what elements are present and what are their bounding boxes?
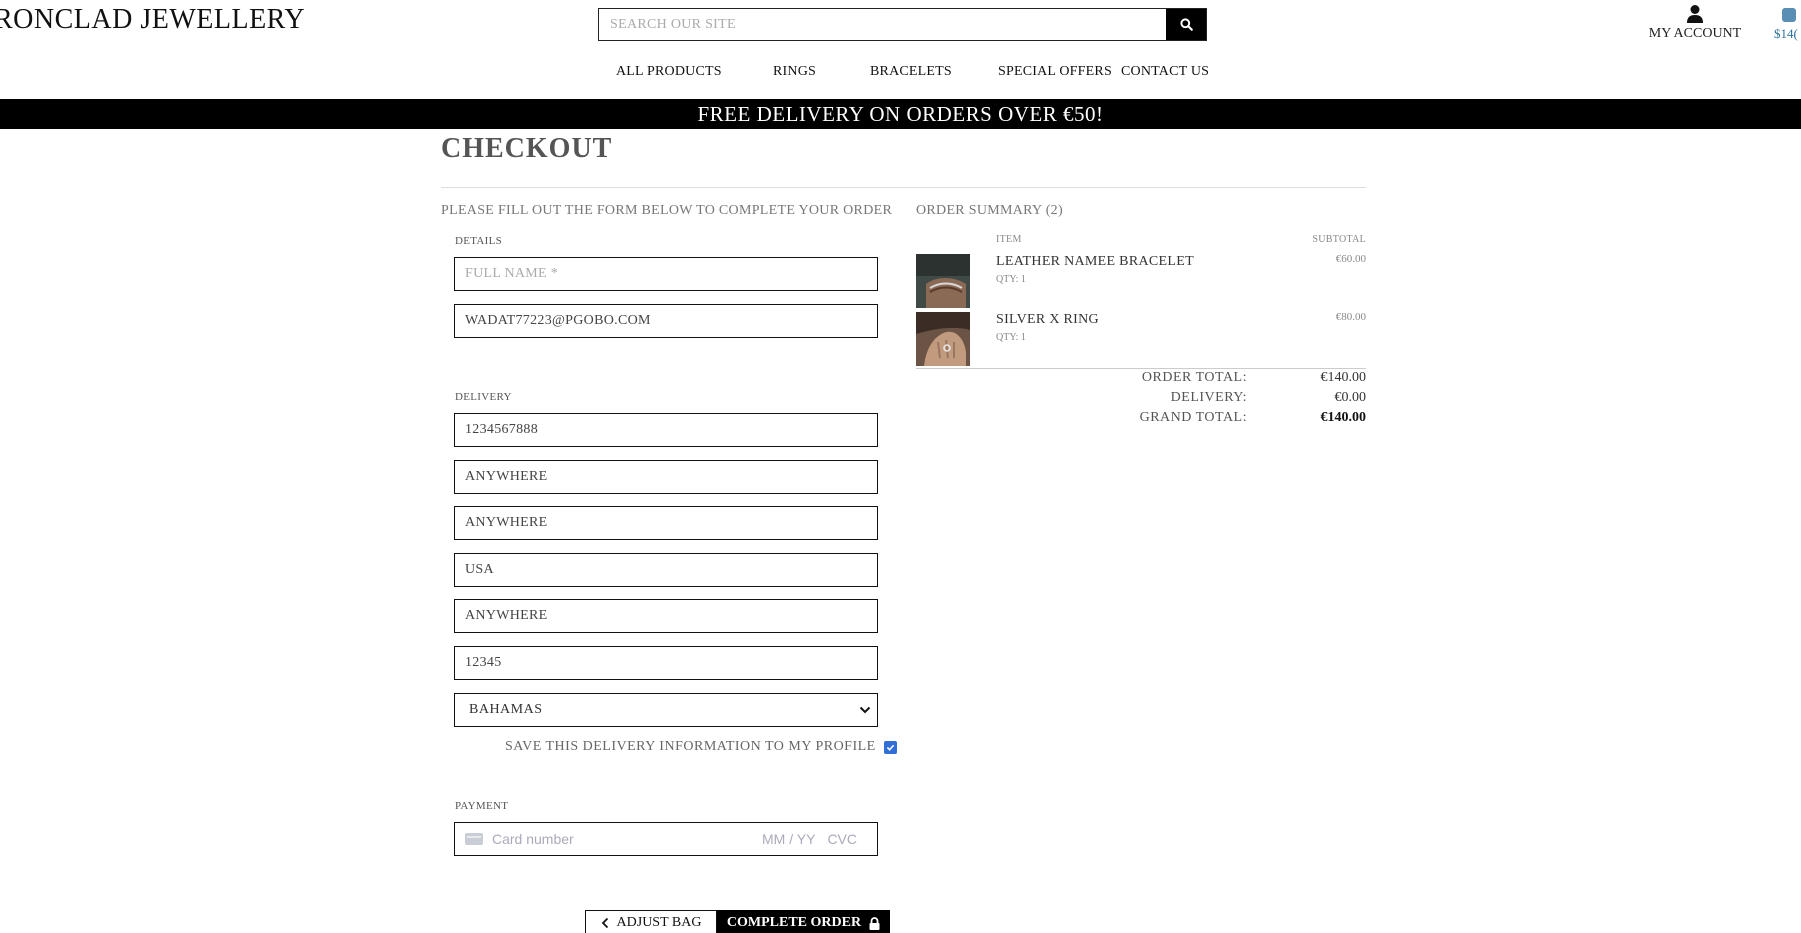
street-address2-field bbox=[454, 506, 878, 540]
full-name-input[interactable] bbox=[455, 258, 877, 290]
payment-legend: PAYMENT bbox=[455, 800, 509, 812]
card-expiry-placeholder: MM / YY bbox=[762, 831, 816, 847]
summary-item-qty: QTY: 1 bbox=[996, 332, 1026, 343]
site-logo[interactable]: RONCLAD JEWELLERY bbox=[0, 4, 305, 36]
postcode-field bbox=[454, 646, 878, 680]
product-thumbnail-bracelet bbox=[916, 254, 970, 308]
summary-col-subtotal: SUBTOTAL bbox=[1312, 234, 1366, 245]
lock-icon bbox=[869, 916, 880, 930]
adjust-bag-button[interactable]: ADJUST BAG bbox=[585, 910, 717, 933]
search-form bbox=[598, 8, 1207, 41]
summary-col-item: ITEM bbox=[996, 234, 1022, 245]
search-input[interactable] bbox=[599, 9, 1166, 40]
summary-item-price: €80.00 bbox=[1335, 311, 1366, 323]
user-icon bbox=[1687, 5, 1703, 23]
card-number-placeholder: Card number bbox=[492, 831, 574, 847]
card-cvc-placeholder: CVC bbox=[827, 831, 857, 847]
bag-total: $14( bbox=[1774, 26, 1798, 41]
email-field bbox=[454, 304, 878, 338]
save-info-checkbox[interactable] bbox=[883, 740, 897, 754]
full-name-field bbox=[454, 257, 878, 291]
phone-field bbox=[454, 413, 878, 447]
chevron-left-icon bbox=[601, 917, 608, 929]
grand-total-label: GRAND TOTAL: bbox=[1139, 410, 1247, 425]
shopping-bag-icon bbox=[1782, 8, 1796, 22]
delivery-banner: FREE DELIVERY ON ORDERS OVER €50! bbox=[0, 99, 1801, 129]
grand-total-value: €140.00 bbox=[1320, 410, 1367, 425]
county-field bbox=[454, 599, 878, 633]
my-account-link[interactable]: MY ACCOUNT bbox=[1640, 4, 1750, 42]
order-total-value: €140.00 bbox=[1320, 370, 1367, 385]
save-info-label: SAVE THIS DELIVERY INFORMATION TO MY PRO… bbox=[505, 739, 876, 754]
summary-item-qty: QTY: 1 bbox=[996, 274, 1026, 285]
save-info-row: SAVE THIS DELIVERY INFORMATION TO MY PRO… bbox=[505, 739, 897, 755]
country-select[interactable]: BAHAMAS bbox=[454, 693, 878, 727]
summary-item-name: SILVER X RING bbox=[996, 312, 1099, 327]
summary-item-name: LEATHER NAMEE BRACELET bbox=[996, 254, 1194, 269]
town-city-input[interactable] bbox=[455, 554, 877, 586]
shopping-bag-link[interactable]: $14( bbox=[1774, 8, 1798, 42]
complete-order-label: COMPLETE ORDER bbox=[726, 915, 862, 930]
summary-item-price: €60.00 bbox=[1335, 253, 1366, 265]
summary-divider bbox=[916, 368, 1366, 369]
details-legend: DETAILS bbox=[455, 235, 503, 247]
adjust-bag-label: ADJUST BAG bbox=[616, 915, 702, 930]
product-thumbnail-ring bbox=[916, 312, 970, 366]
delivery-cost-value: €0.00 bbox=[1334, 390, 1367, 405]
country-selected-value: BAHAMAS bbox=[469, 702, 543, 717]
order-total-label: ORDER TOTAL: bbox=[1141, 370, 1247, 385]
card-element[interactable]: Card number MM / YY CVC bbox=[454, 822, 878, 856]
town-city-field bbox=[454, 553, 878, 587]
title-divider bbox=[441, 187, 1366, 188]
credit-card-icon bbox=[465, 833, 483, 845]
delivery-cost-label: DELIVERY: bbox=[1170, 390, 1247, 405]
nav-special-offers[interactable]: SPECIAL OFFERS bbox=[998, 64, 1112, 80]
complete-order-button[interactable]: COMPLETE ORDER bbox=[717, 910, 890, 933]
checkmark-icon bbox=[886, 744, 895, 751]
street-address1-field bbox=[454, 460, 878, 494]
main-nav: ALL PRODUCTS RINGS BRACELETS SPECIAL OFF… bbox=[0, 64, 1801, 84]
nav-contact-us[interactable]: CONTACT US bbox=[1121, 64, 1209, 80]
street-address1-input[interactable] bbox=[455, 461, 877, 493]
nav-bracelets[interactable]: BRACELETS bbox=[870, 64, 952, 80]
brand-name-secondary: JEWELLERY bbox=[140, 4, 306, 35]
email-input[interactable] bbox=[455, 305, 877, 337]
county-input[interactable] bbox=[455, 600, 877, 632]
brand-name-primary: RONCLAD bbox=[0, 4, 133, 35]
form-intro-text: PLEASE FILL OUT THE FORM BELOW TO COMPLE… bbox=[441, 203, 893, 218]
chevron-down-icon bbox=[859, 706, 871, 714]
search-icon bbox=[1179, 18, 1193, 31]
delivery-legend: DELIVERY bbox=[455, 391, 512, 403]
order-summary-title: ORDER SUMMARY (2) bbox=[916, 203, 1063, 218]
postcode-input[interactable] bbox=[455, 647, 877, 679]
nav-all-products[interactable]: ALL PRODUCTS bbox=[616, 64, 722, 80]
my-account-label: MY ACCOUNT bbox=[1648, 26, 1742, 41]
street-address2-input[interactable] bbox=[455, 507, 877, 539]
page-title: CHECKOUT bbox=[441, 133, 613, 164]
nav-rings[interactable]: RINGS bbox=[773, 64, 816, 80]
phone-input[interactable] bbox=[455, 414, 877, 446]
search-button[interactable] bbox=[1166, 9, 1206, 40]
